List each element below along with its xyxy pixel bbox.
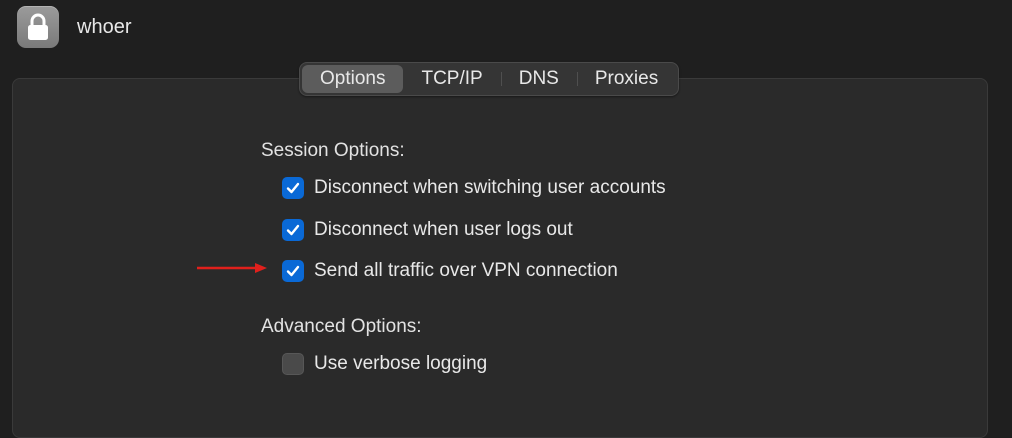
option-verbose-logging[interactable]: Use verbose logging: [282, 352, 487, 376]
tab-dns[interactable]: DNS: [500, 65, 577, 93]
option-label: Disconnect when switching user accounts: [314, 177, 666, 198]
tab-options[interactable]: Options: [302, 65, 404, 93]
checkbox-disconnect-logout[interactable]: [282, 219, 304, 241]
option-label: Use verbose logging: [314, 353, 488, 374]
red-arrow-annotation: [197, 263, 267, 273]
tab-proxies[interactable]: Proxies: [576, 65, 676, 93]
window-title: whoer: [77, 16, 132, 38]
checkbox-disconnect-switching-users[interactable]: [282, 177, 304, 199]
lock-icon[interactable]: [17, 6, 59, 48]
option-disconnect-logout[interactable]: Disconnect when user logs out: [282, 218, 573, 242]
window-header: whoer: [0, 0, 1012, 60]
option-label: Send all traffic over VPN connection: [314, 260, 618, 281]
option-label: Disconnect when user logs out: [314, 219, 573, 240]
checkbox-verbose-logging[interactable]: [282, 353, 304, 375]
checkbox-send-all-traffic[interactable]: [282, 260, 304, 282]
tab-bar: Options TCP/IP DNS Proxies: [299, 62, 680, 96]
advanced-options-heading: Advanced Options:: [261, 316, 422, 337]
session-options-heading: Session Options:: [261, 140, 405, 161]
option-send-all-traffic[interactable]: Send all traffic over VPN connection: [282, 259, 618, 283]
option-disconnect-switching-users[interactable]: Disconnect when switching user accounts: [282, 176, 666, 200]
tab-tcp-ip[interactable]: TCP/IP: [403, 65, 500, 93]
options-panel: [12, 78, 988, 438]
